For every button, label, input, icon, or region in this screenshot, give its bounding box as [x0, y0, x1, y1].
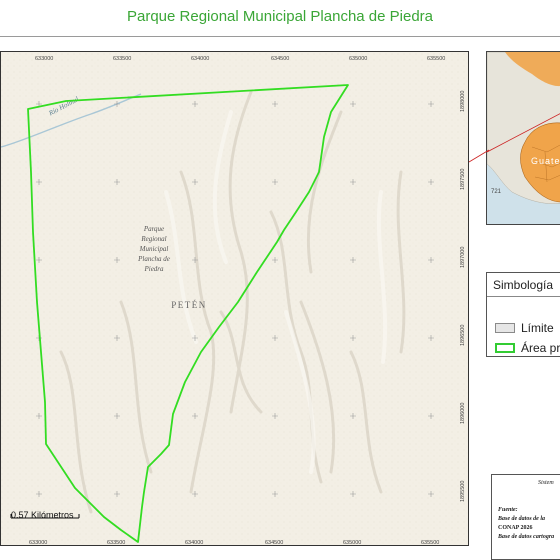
x-tick-label: 633500 [113, 56, 131, 62]
connector-line [469, 149, 489, 163]
x-tick-label: 635500 [421, 540, 439, 546]
info-box: Sistem Fuente: Base de datos de la CONAP… [491, 474, 560, 560]
legend-label-boundary: Límite [521, 321, 554, 335]
x-tick-label: 634000 [191, 56, 209, 62]
legend: Simbología Límite Área pr [486, 272, 560, 357]
y-tick-label: 1897000 [460, 247, 466, 268]
map-canvas: Río Holmul 633000 633500 634000 634500 6… [1, 52, 468, 546]
y-tick-label: 1897500 [460, 169, 466, 190]
x-tick-label: 633500 [107, 540, 125, 546]
y-tick-label: 1896500 [460, 325, 466, 346]
legend-swatch-boundary [495, 323, 515, 333]
x-tick-label: 634500 [271, 56, 289, 62]
inset-country-label: Guate [531, 156, 560, 166]
x-tick-label: 633000 [35, 56, 53, 62]
x-tick-label: 635500 [427, 56, 445, 62]
scale-label: 0.57 Kilómetros [11, 510, 74, 520]
y-tick-label: 1895500 [460, 481, 466, 502]
info-heading: Sistem [538, 480, 554, 486]
legend-label-protected-area: Área pr [521, 341, 560, 355]
legend-divider [487, 296, 560, 297]
map-title: Parque Regional Municipal Plancha de Pie… [126, 8, 434, 25]
y-tick-label: 1896000 [460, 403, 466, 424]
y-tick-label: 1898000 [460, 91, 466, 112]
park-label-line: Plancha de [137, 255, 170, 263]
info-line: Base de datos cartogra [498, 534, 555, 540]
x-tick-label: 634500 [265, 540, 283, 546]
inset-road-label: 721 [491, 189, 502, 195]
region-label: PETÉN [171, 300, 207, 310]
x-tick-label: 634000 [185, 540, 203, 546]
park-label-line: Regional [140, 235, 166, 243]
info-line: Fuente: [498, 507, 518, 513]
inset-map[interactable]: Guate 721 [486, 51, 560, 225]
title-divider [0, 36, 560, 37]
inset-canvas: Guate 721 [487, 52, 560, 224]
park-label-line: Piedra [143, 265, 164, 273]
park-label-line: Municipal [139, 245, 169, 253]
x-tick-label: 635000 [349, 56, 367, 62]
x-tick-label: 633000 [29, 540, 47, 546]
info-line: Base de datos de la [498, 516, 545, 522]
legend-title: Simbología [493, 278, 554, 292]
info-line: CONAP 2026 [498, 525, 533, 531]
park-label-line: Parque [143, 225, 164, 233]
legend-swatch-protected-area [495, 343, 515, 353]
x-tick-label: 635000 [343, 540, 361, 546]
terrain-background [1, 52, 468, 545]
main-map[interactable]: Río Holmul 633000 633500 634000 634500 6… [0, 51, 469, 546]
